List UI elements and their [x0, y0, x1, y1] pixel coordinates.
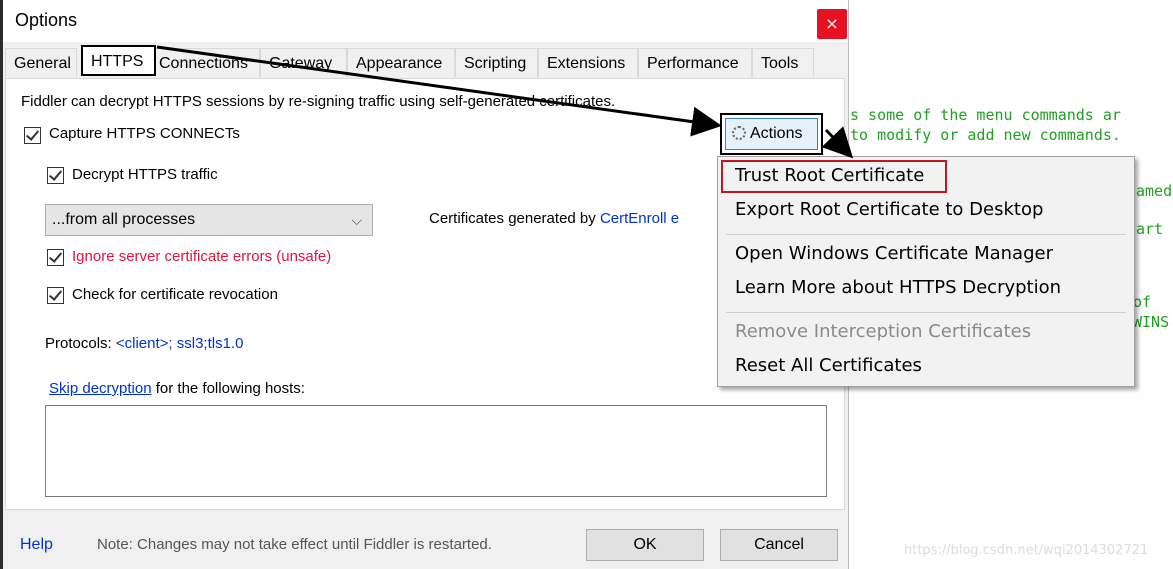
dialog-title: Options — [15, 10, 78, 30]
actions-button[interactable]: Actions — [725, 118, 818, 150]
restart-note: Note: Changes may not take effect until … — [97, 536, 492, 553]
actions-menu: Trust Root Certificate Export Root Certi… — [717, 156, 1135, 387]
menu-item-remove-certs: Remove Interception Certificates — [735, 321, 1032, 342]
tab-extensions[interactable]: Extensions — [538, 48, 638, 77]
code-line: to modify or add new commands. — [850, 126, 1121, 144]
tab-appearance[interactable]: Appearance — [347, 48, 455, 77]
ignore-errors-label: Ignore server certificate errors (unsafe… — [72, 248, 332, 265]
ignore-errors-checkbox[interactable] — [47, 249, 64, 266]
skip-decryption-link[interactable]: Skip decryption — [49, 380, 152, 397]
tab-strip: General HTTPS Connections Gateway Appear… — [3, 45, 848, 78]
tab-tools[interactable]: Tools — [752, 48, 814, 77]
skip-decryption-row: Skip decryption for the following hosts: — [49, 380, 305, 397]
certs-prefix: Certificates generated by — [429, 210, 600, 227]
watermark: https://blog.csdn.net/wqi2014302721 — [904, 543, 1149, 558]
protocols-label: Protocols: — [45, 335, 116, 352]
skip-decryption-text: for the following hosts: — [151, 380, 305, 397]
menu-item-trust-root[interactable]: Trust Root Certificate — [735, 165, 924, 186]
help-link[interactable]: Help — [20, 536, 53, 554]
ok-button[interactable]: OK — [586, 529, 704, 561]
menu-item-learn-more[interactable]: Learn More about HTTPS Decryption — [735, 277, 1061, 298]
protocols-row: Protocols: <client>; ssl3;tls1.0 — [45, 335, 243, 352]
process-filter-value: ...from all processes — [52, 211, 196, 228]
process-filter-select[interactable]: ...from all processes ⌵ — [45, 204, 373, 236]
capture-https-checkbox[interactable] — [24, 127, 41, 144]
close-button[interactable]: × — [817, 9, 847, 39]
cancel-button[interactable]: Cancel — [720, 529, 838, 561]
actions-button-highlight: Actions — [720, 113, 823, 155]
decrypt-https-label: Decrypt HTTPS traffic — [72, 166, 218, 183]
capture-https-label: Capture HTTPS CONNECTs — [49, 125, 240, 142]
code-line: s some of the menu commands ar — [850, 106, 1121, 124]
tab-scripting[interactable]: Scripting — [455, 48, 538, 77]
menu-separator — [726, 312, 1126, 313]
code-line: art — [1136, 220, 1164, 238]
gear-icon — [732, 126, 746, 140]
code-line: of — [1133, 293, 1152, 311]
tab-gateway[interactable]: Gateway — [260, 48, 347, 77]
code-line: amed — [1136, 182, 1173, 200]
code-line: WINS — [1133, 313, 1170, 331]
menu-item-reset-certs[interactable]: Reset All Certificates — [735, 355, 922, 376]
check-revocation-label: Check for certificate revocation — [72, 286, 278, 303]
menu-item-open-cert-manager[interactable]: Open Windows Certificate Manager — [735, 243, 1053, 264]
tab-https[interactable]: HTTPS — [81, 45, 156, 76]
close-icon: × — [825, 14, 839, 33]
certificates-generated-text: Certificates generated by CertEnroll e — [429, 210, 679, 227]
title-bar: Options × — [3, 0, 848, 42]
menu-separator — [726, 234, 1126, 235]
decrypt-https-checkbox[interactable] — [47, 167, 64, 184]
tab-connections[interactable]: Connections — [150, 48, 260, 77]
tab-general[interactable]: General — [5, 48, 77, 77]
chevron-down-icon: ⌵ — [351, 212, 362, 228]
protocols-link[interactable]: <client>; ssl3;tls1.0 — [116, 335, 244, 352]
actions-label: Actions — [750, 125, 803, 142]
cert-engine-link[interactable]: CertEnroll e — [600, 210, 679, 227]
intro-text: Fiddler can decrypt HTTPS sessions by re… — [21, 93, 616, 110]
tab-performance[interactable]: Performance — [638, 48, 752, 77]
skip-hosts-textarea[interactable] — [45, 405, 827, 497]
menu-item-export-root[interactable]: Export Root Certificate to Desktop — [735, 199, 1043, 220]
check-revocation-checkbox[interactable] — [47, 287, 64, 304]
